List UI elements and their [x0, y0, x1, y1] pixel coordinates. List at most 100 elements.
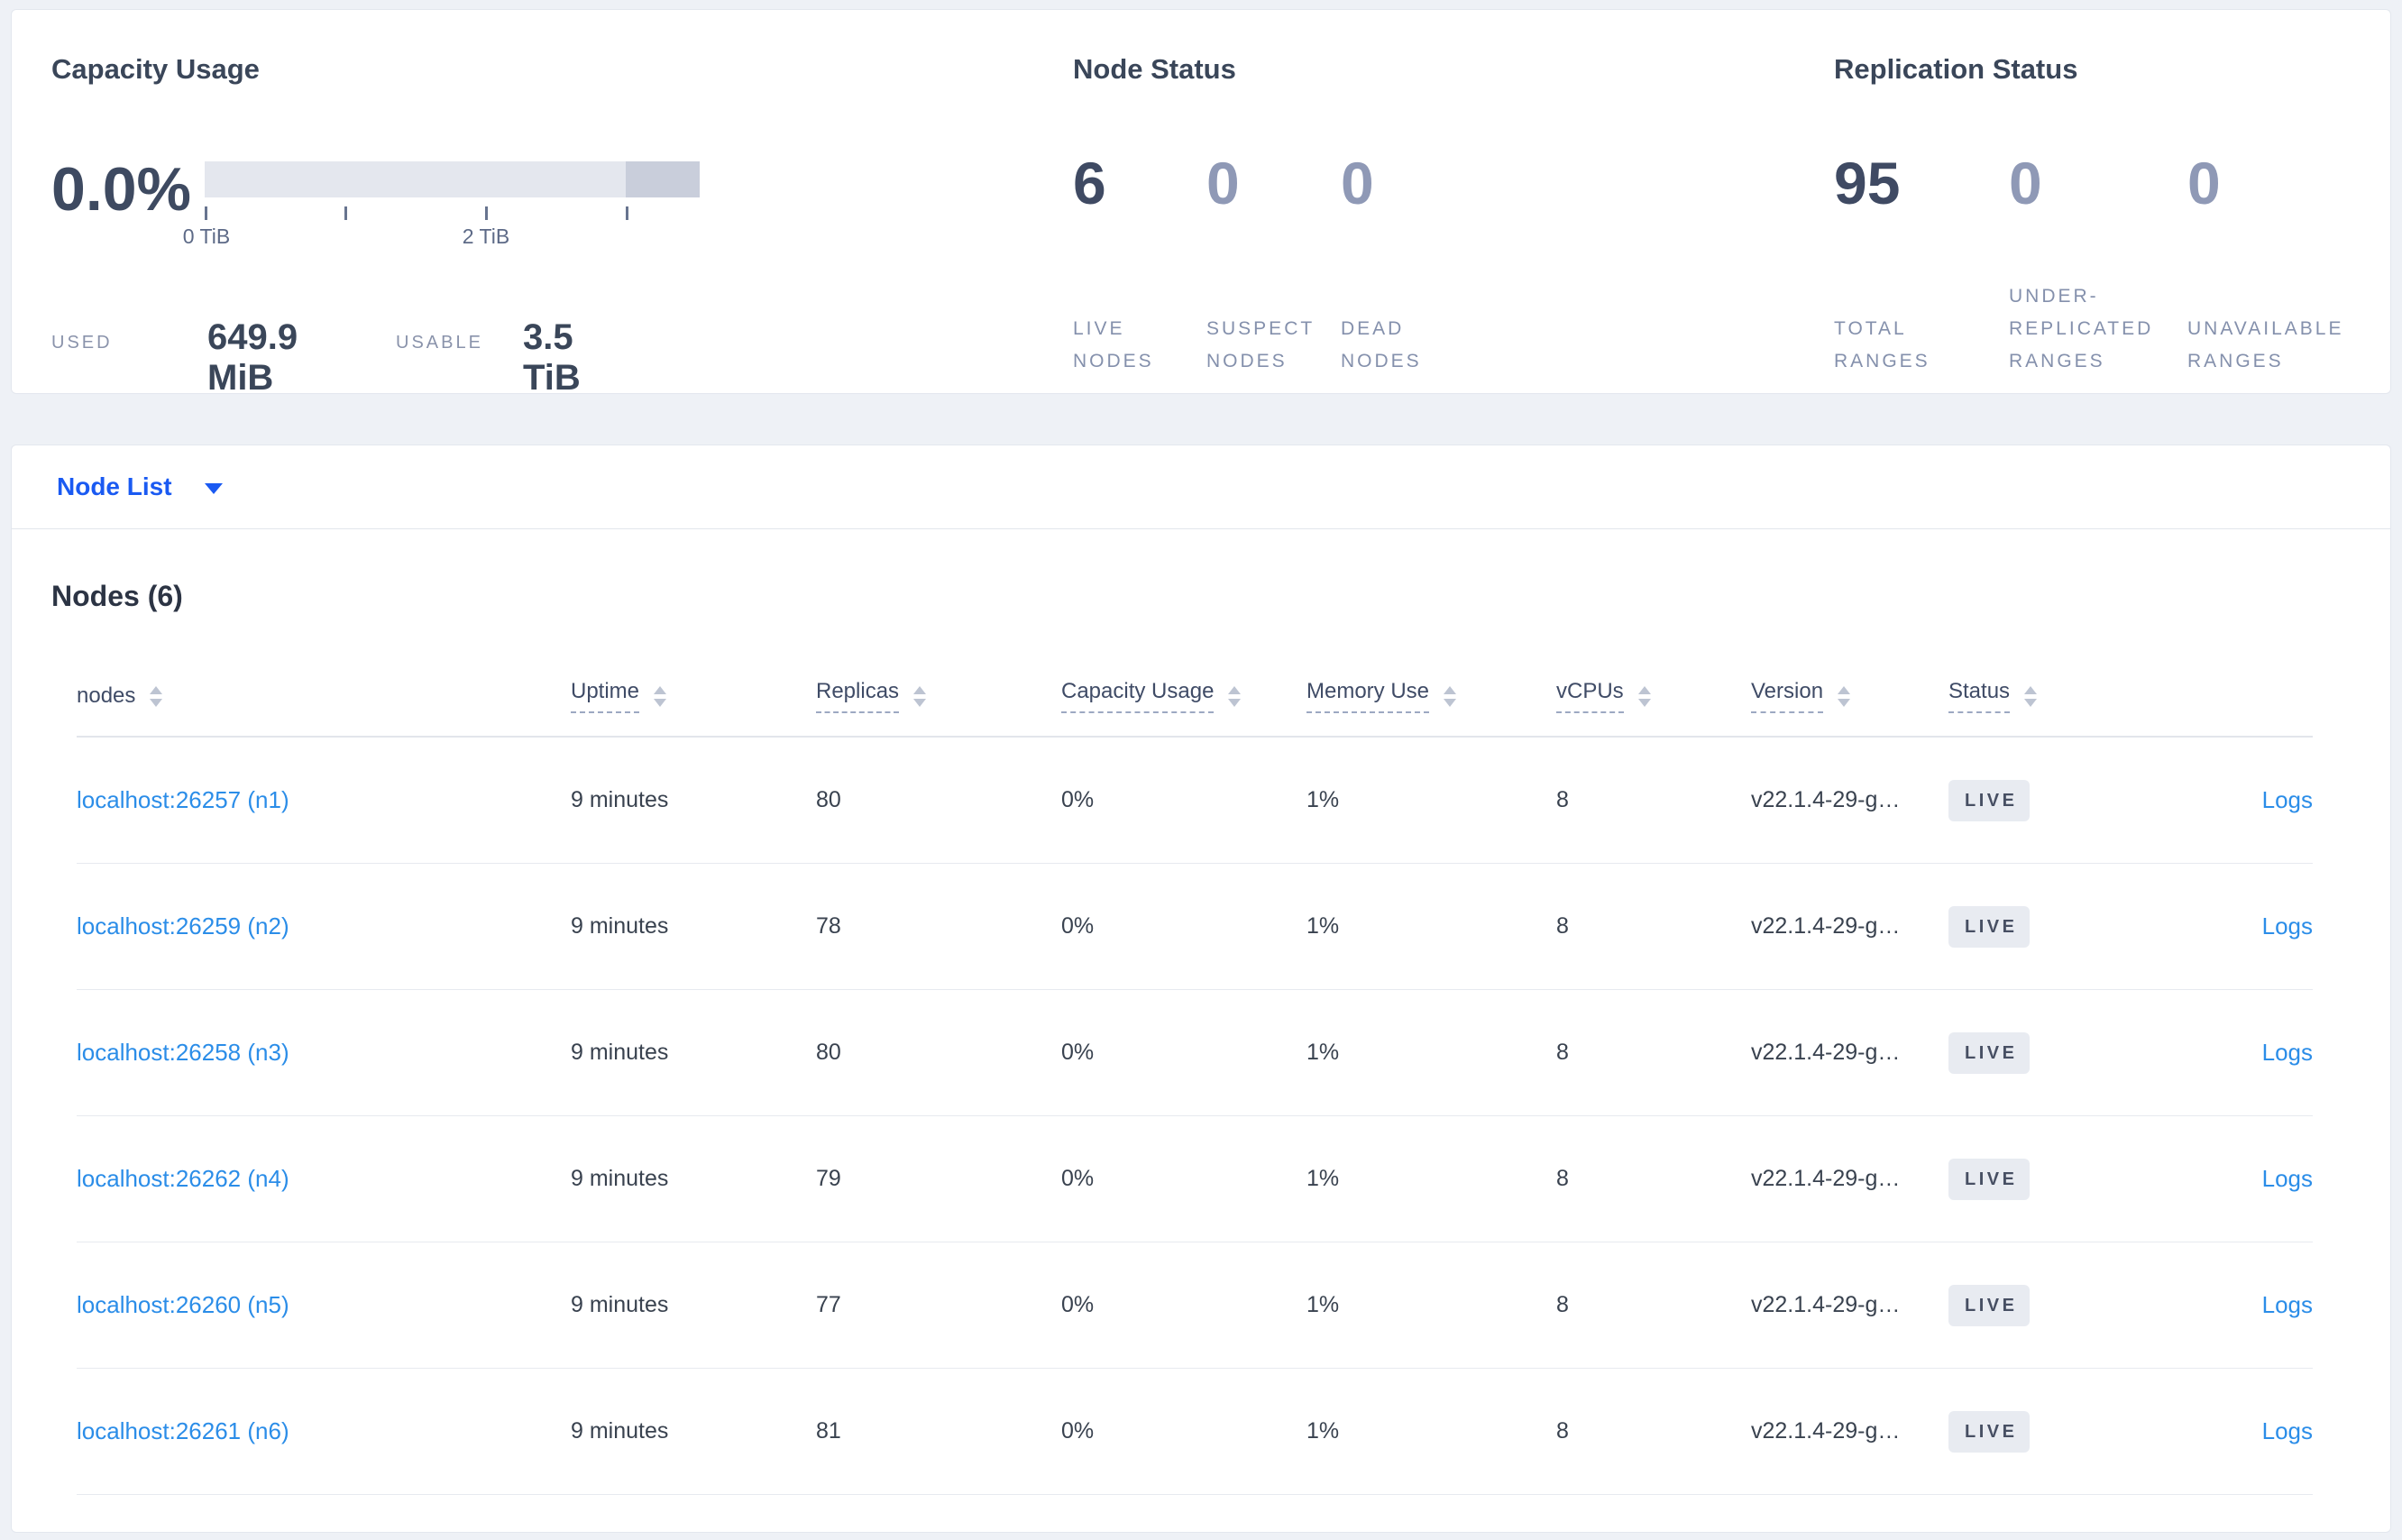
table-header-row: nodes Uptime Replicas Capacity Usage Mem… — [77, 656, 2313, 738]
used-value: 649.9 MiB — [207, 317, 298, 398]
sort-icon[interactable] — [913, 685, 927, 707]
status-badge: LIVE — [1948, 1158, 2031, 1200]
memory-use-cell: 1% — [1306, 913, 1340, 939]
column-header-nodes[interactable]: nodes — [77, 683, 571, 709]
node-link[interactable]: localhost:26259 (n2) — [77, 912, 571, 940]
capacity-usage-cell: 0% — [1061, 787, 1095, 812]
node-link[interactable]: localhost:26260 (n5) — [77, 1291, 571, 1319]
table-row: localhost:26259 (n2) 9 minutes 78 0% 1% … — [77, 864, 2313, 990]
status-badge: LIVE — [1948, 1284, 2031, 1326]
table-row: localhost:26262 (n4) 9 minutes 79 0% 1% … — [77, 1116, 2313, 1242]
capacity-usage-cell: 0% — [1061, 1040, 1095, 1065]
status-cell: LIVE — [1948, 1031, 2174, 1074]
node-status-title: Node Status — [1073, 53, 1236, 85]
replicas-cell: 78 — [816, 913, 841, 939]
live-nodes-label: LIVE NODES — [1073, 318, 1154, 371]
capacity-usage-section: Capacity Usage 0.0% 0 TiB 2 TiB USED 649… — [51, 10, 1043, 398]
memory-use-cell: 1% — [1306, 787, 1340, 812]
sort-icon[interactable] — [1228, 685, 1242, 707]
sort-icon[interactable] — [1444, 685, 1457, 707]
memory-use-cell: 1% — [1306, 1166, 1340, 1191]
capacity-usage-cell: 0% — [1061, 1418, 1095, 1444]
unavailable-ranges-label: UNAVAILABLE RANGES — [2187, 318, 2344, 371]
version-cell: v22.1.4-29-g… — [1751, 913, 1901, 939]
status-cell: LIVE — [1948, 905, 2174, 948]
uptime-cell: 9 minutes — [571, 1418, 669, 1444]
vcpus-cell: 8 — [1556, 787, 1569, 812]
capacity-usage-cell: 0% — [1061, 1166, 1095, 1191]
uptime-cell: 9 minutes — [571, 1292, 669, 1317]
version-cell: v22.1.4-29-g… — [1751, 1040, 1901, 1065]
nodes-section-title: Nodes (6) — [51, 580, 183, 612]
live-nodes-stat: 6 LIVE NODES — [1073, 145, 1206, 378]
sort-icon[interactable] — [654, 685, 667, 707]
status-badge: LIVE — [1948, 1031, 2031, 1074]
under-replicated-ranges-label: UNDER- REPLICATED RANGES — [2009, 286, 2154, 371]
table-row: localhost:26257 (n1) 9 minutes 80 0% 1% … — [77, 738, 2313, 864]
sort-icon[interactable] — [1838, 685, 1851, 707]
status-cell: LIVE — [1948, 1158, 2174, 1200]
axis-tick-label: 0 TiB — [182, 225, 231, 248]
node-link[interactable]: localhost:26262 (n4) — [77, 1165, 571, 1193]
under-replicated-ranges-stat: 0 UNDER- REPLICATED RANGES — [2009, 145, 2187, 378]
capacity-bar: 0 TiB 2 TiB — [183, 161, 700, 252]
sort-icon[interactable] — [1637, 685, 1651, 707]
dead-nodes-stat: 0 DEAD NODES — [1341, 145, 1485, 378]
column-header-uptime[interactable]: Uptime — [571, 679, 816, 713]
node-link[interactable]: localhost:26257 (n1) — [77, 786, 571, 814]
version-cell: v22.1.4-29-g… — [1751, 787, 1901, 812]
logs-link[interactable]: Logs — [2262, 786, 2313, 814]
suspect-nodes-stat: 0 SUSPECT NODES — [1206, 145, 1341, 378]
replication-status-title: Replication Status — [1834, 53, 2078, 85]
vcpus-cell: 8 — [1556, 913, 1569, 939]
status-badge: LIVE — [1948, 1410, 2031, 1453]
column-header-memory-use[interactable]: Memory Use — [1306, 679, 1556, 713]
sort-icon[interactable] — [150, 685, 163, 707]
uptime-cell: 9 minutes — [571, 1166, 669, 1191]
usable-label: USABLE — [396, 333, 483, 353]
table-row: localhost:26261 (n6) 9 minutes 81 0% 1% … — [77, 1369, 2313, 1495]
node-list-dropdown[interactable]: Node List — [57, 472, 172, 501]
logs-link[interactable]: Logs — [2262, 1417, 2313, 1445]
logs-link[interactable]: Logs — [2262, 1165, 2313, 1193]
total-ranges-stat: 95 TOTAL RANGES — [1834, 145, 2009, 378]
total-ranges-value: 95 — [1834, 150, 1901, 216]
capacity-usage-cell: 0% — [1061, 1292, 1095, 1317]
replicas-cell: 80 — [816, 1040, 841, 1065]
suspect-nodes-value: 0 — [1206, 150, 1240, 216]
logs-link[interactable]: Logs — [2262, 912, 2313, 940]
status-badge: LIVE — [1948, 905, 2031, 948]
live-nodes-value: 6 — [1073, 150, 1106, 216]
view-selector-bar: Node List — [11, 445, 2391, 529]
column-header-replicas[interactable]: Replicas — [816, 679, 1061, 713]
column-header-capacity-usage[interactable]: Capacity Usage — [1061, 679, 1306, 713]
cluster-summary-card: Capacity Usage 0.0% 0 TiB 2 TiB USED 649… — [11, 9, 2391, 398]
status-cell: LIVE — [1948, 1410, 2174, 1453]
replication-status-section: Replication Status 95 TOTAL RANGES 0 UND… — [1834, 10, 2384, 393]
logs-link[interactable]: Logs — [2262, 1291, 2313, 1319]
column-header-status[interactable]: Status — [1948, 679, 2174, 713]
under-replicated-ranges-value: 0 — [2009, 150, 2042, 216]
node-link[interactable]: localhost:26261 (n6) — [77, 1417, 571, 1445]
chevron-down-icon[interactable] — [204, 483, 223, 494]
column-header-version[interactable]: Version — [1751, 679, 1948, 713]
capacity-percent-value: 0.0% — [51, 155, 191, 224]
capacity-bar-axis: 0 TiB 2 TiB — [183, 197, 700, 252]
uptime-cell: 9 minutes — [571, 787, 669, 812]
table-row: localhost:26260 (n5) 9 minutes 77 0% 1% … — [77, 1242, 2313, 1369]
dead-nodes-label: DEAD NODES — [1341, 318, 1422, 371]
status-cell: LIVE — [1948, 1284, 2174, 1326]
axis-tick — [205, 206, 207, 220]
suspect-nodes-label: SUSPECT NODES — [1206, 318, 1316, 371]
axis-tick-label: 2 TiB — [462, 225, 510, 248]
usable-value: 3.5 TiB — [523, 317, 581, 398]
column-header-vcpus[interactable]: vCPUs — [1556, 679, 1751, 713]
uptime-cell: 9 minutes — [571, 913, 669, 939]
memory-use-cell: 1% — [1306, 1040, 1340, 1065]
unavailable-ranges-stat: 0 UNAVAILABLE RANGES — [2187, 145, 2384, 378]
node-link[interactable]: localhost:26258 (n3) — [77, 1039, 571, 1067]
status-badge: LIVE — [1948, 779, 2031, 821]
dead-nodes-value: 0 — [1341, 150, 1374, 216]
sort-icon[interactable] — [2024, 685, 2038, 707]
logs-link[interactable]: Logs — [2262, 1039, 2313, 1067]
